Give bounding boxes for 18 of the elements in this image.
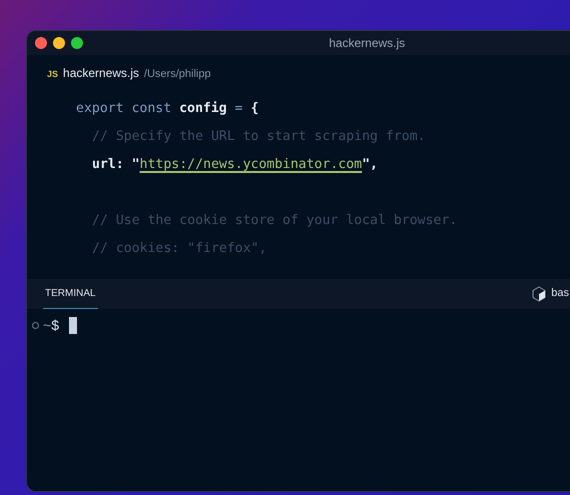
code-line: // Use the cookie store of your local browser. bbox=[92, 212, 458, 228]
code-line: export const config = { bbox=[76, 100, 259, 116]
terminal-cursor bbox=[68, 316, 77, 334]
code-line: // cookies: "firefox", bbox=[92, 240, 267, 256]
cube-icon bbox=[531, 286, 548, 302]
minimize-button[interactable] bbox=[53, 37, 65, 49]
terminal-prompt: ~$ bbox=[43, 316, 59, 334]
window-title: hackernews.js bbox=[329, 35, 406, 52]
shell-name[interactable]: bas bbox=[551, 285, 569, 302]
file-name[interactable]: hackernews.js bbox=[63, 64, 140, 82]
file-path: /Users/philipp bbox=[144, 67, 211, 82]
code-line: url: "https://news.ycombinator.com", bbox=[92, 156, 378, 172]
status-circle-icon bbox=[32, 322, 39, 328]
javascript-icon: JS bbox=[47, 68, 58, 82]
close-button[interactable] bbox=[35, 37, 47, 49]
zoom-button[interactable] bbox=[71, 37, 83, 49]
panel-tab[interactable]: TERMINAL bbox=[43, 278, 98, 308]
code-line: // Specify the URL to start scraping from. bbox=[92, 128, 426, 144]
